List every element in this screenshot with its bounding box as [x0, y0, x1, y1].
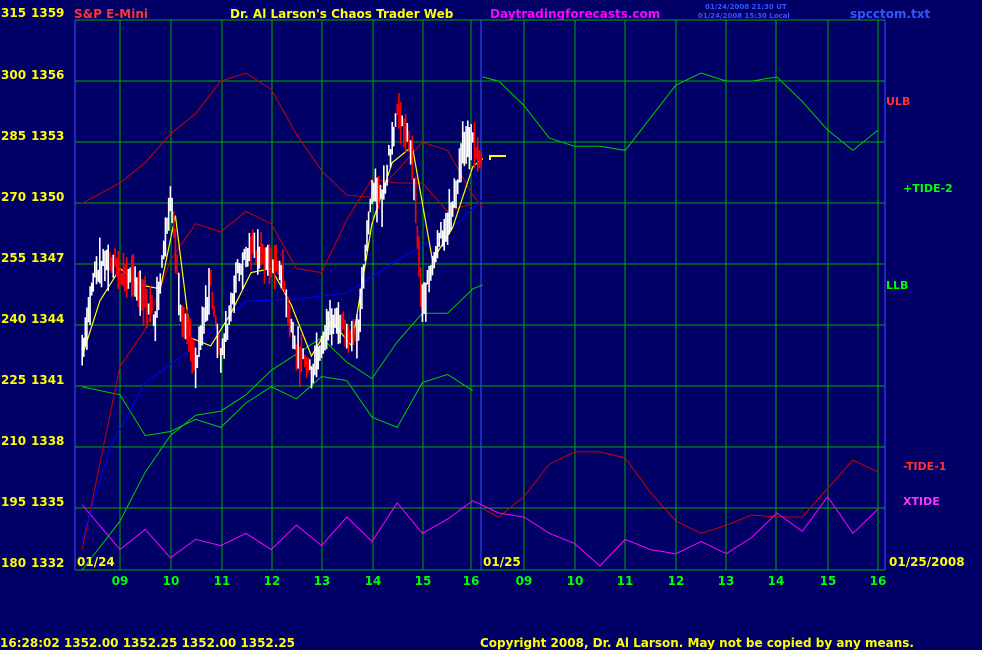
- y-tick-label-left: 210: [1, 434, 26, 448]
- y-tick-label-price: 1356: [31, 68, 64, 82]
- y-tick-label-left: 180: [1, 556, 26, 570]
- y-tick-label-left: 225: [1, 373, 26, 387]
- y-tick-label-price: 1338: [31, 434, 64, 448]
- chart-window: S&P E-Mini Dr. Al Larson's Chaos Trader …: [0, 0, 982, 650]
- x-tick-label: 13: [314, 574, 331, 588]
- x-tick-label: 14: [365, 574, 382, 588]
- chart-svg: S&P E-Mini Dr. Al Larson's Chaos Trader …: [0, 0, 982, 650]
- x-tick-label: 12: [264, 574, 281, 588]
- date-label-start: 01/24: [77, 555, 115, 569]
- x-tick-label: 09: [516, 574, 533, 588]
- y-tick-label-left: 195: [1, 495, 26, 509]
- right-label-xtide: XTIDE: [903, 495, 940, 508]
- copyright-notice: Copyright 2008, Dr. Al Larson. May not b…: [480, 636, 914, 650]
- y-tick-label-price: 1359: [31, 6, 64, 20]
- x-tick-label: 15: [415, 574, 432, 588]
- y-tick-label-price: 1344: [31, 312, 64, 326]
- x-tick-label: 14: [768, 574, 785, 588]
- timestamp-local: 01/24/2008 15:30 Local: [698, 12, 790, 20]
- y-tick-label-left: 285: [1, 129, 26, 143]
- y-tick-label-price: 1332: [31, 556, 64, 570]
- x-tick-label: 12: [668, 574, 685, 588]
- x-tick-label: 13: [718, 574, 735, 588]
- y-tick-label-price: 1350: [31, 190, 64, 204]
- date-label-day2: 01/25: [483, 555, 521, 569]
- x-tick-label: 11: [617, 574, 634, 588]
- x-tick-label: 11: [214, 574, 231, 588]
- y-tick-label-price: 1335: [31, 495, 64, 509]
- x-tick-label: 16: [870, 574, 887, 588]
- quote-readout: 16:28:02 1352.00 1352.25 1352.00 1352.25: [0, 636, 295, 650]
- x-tick-label: 10: [163, 574, 180, 588]
- y-tick-label-left: 255: [1, 251, 26, 265]
- x-tick-label: 10: [567, 574, 584, 588]
- date-label-end: 01/25/2008: [889, 555, 965, 569]
- y-tick-label-price: 1347: [31, 251, 64, 265]
- x-tick-label: 15: [820, 574, 837, 588]
- right-label-llb: LLB: [886, 279, 908, 292]
- y-tick-label-price: 1353: [31, 129, 64, 143]
- symbol-title: S&P E-Mini: [74, 7, 148, 21]
- file-name: spcctom.txt: [850, 7, 930, 21]
- timestamp-ut: 01/24/2008 21:30 UT: [705, 3, 787, 11]
- site-url[interactable]: Daytradingforecasts.com: [490, 7, 660, 21]
- site-title: Dr. Al Larson's Chaos Trader Web: [230, 7, 454, 21]
- y-tick-label-left: 270: [1, 190, 26, 204]
- x-tick-label: 16: [463, 574, 480, 588]
- y-tick-label-left: 315: [1, 6, 26, 20]
- right-label-tide-minus: -TIDE-1: [903, 460, 946, 473]
- y-tick-label-left: 240: [1, 312, 26, 326]
- right-label-tide-plus: +TIDE-2: [903, 182, 953, 195]
- right-label-ulb: ULB: [886, 95, 910, 108]
- y-tick-label-left: 300: [1, 68, 26, 82]
- x-tick-label: 09: [112, 574, 129, 588]
- y-tick-label-price: 1341: [31, 373, 64, 387]
